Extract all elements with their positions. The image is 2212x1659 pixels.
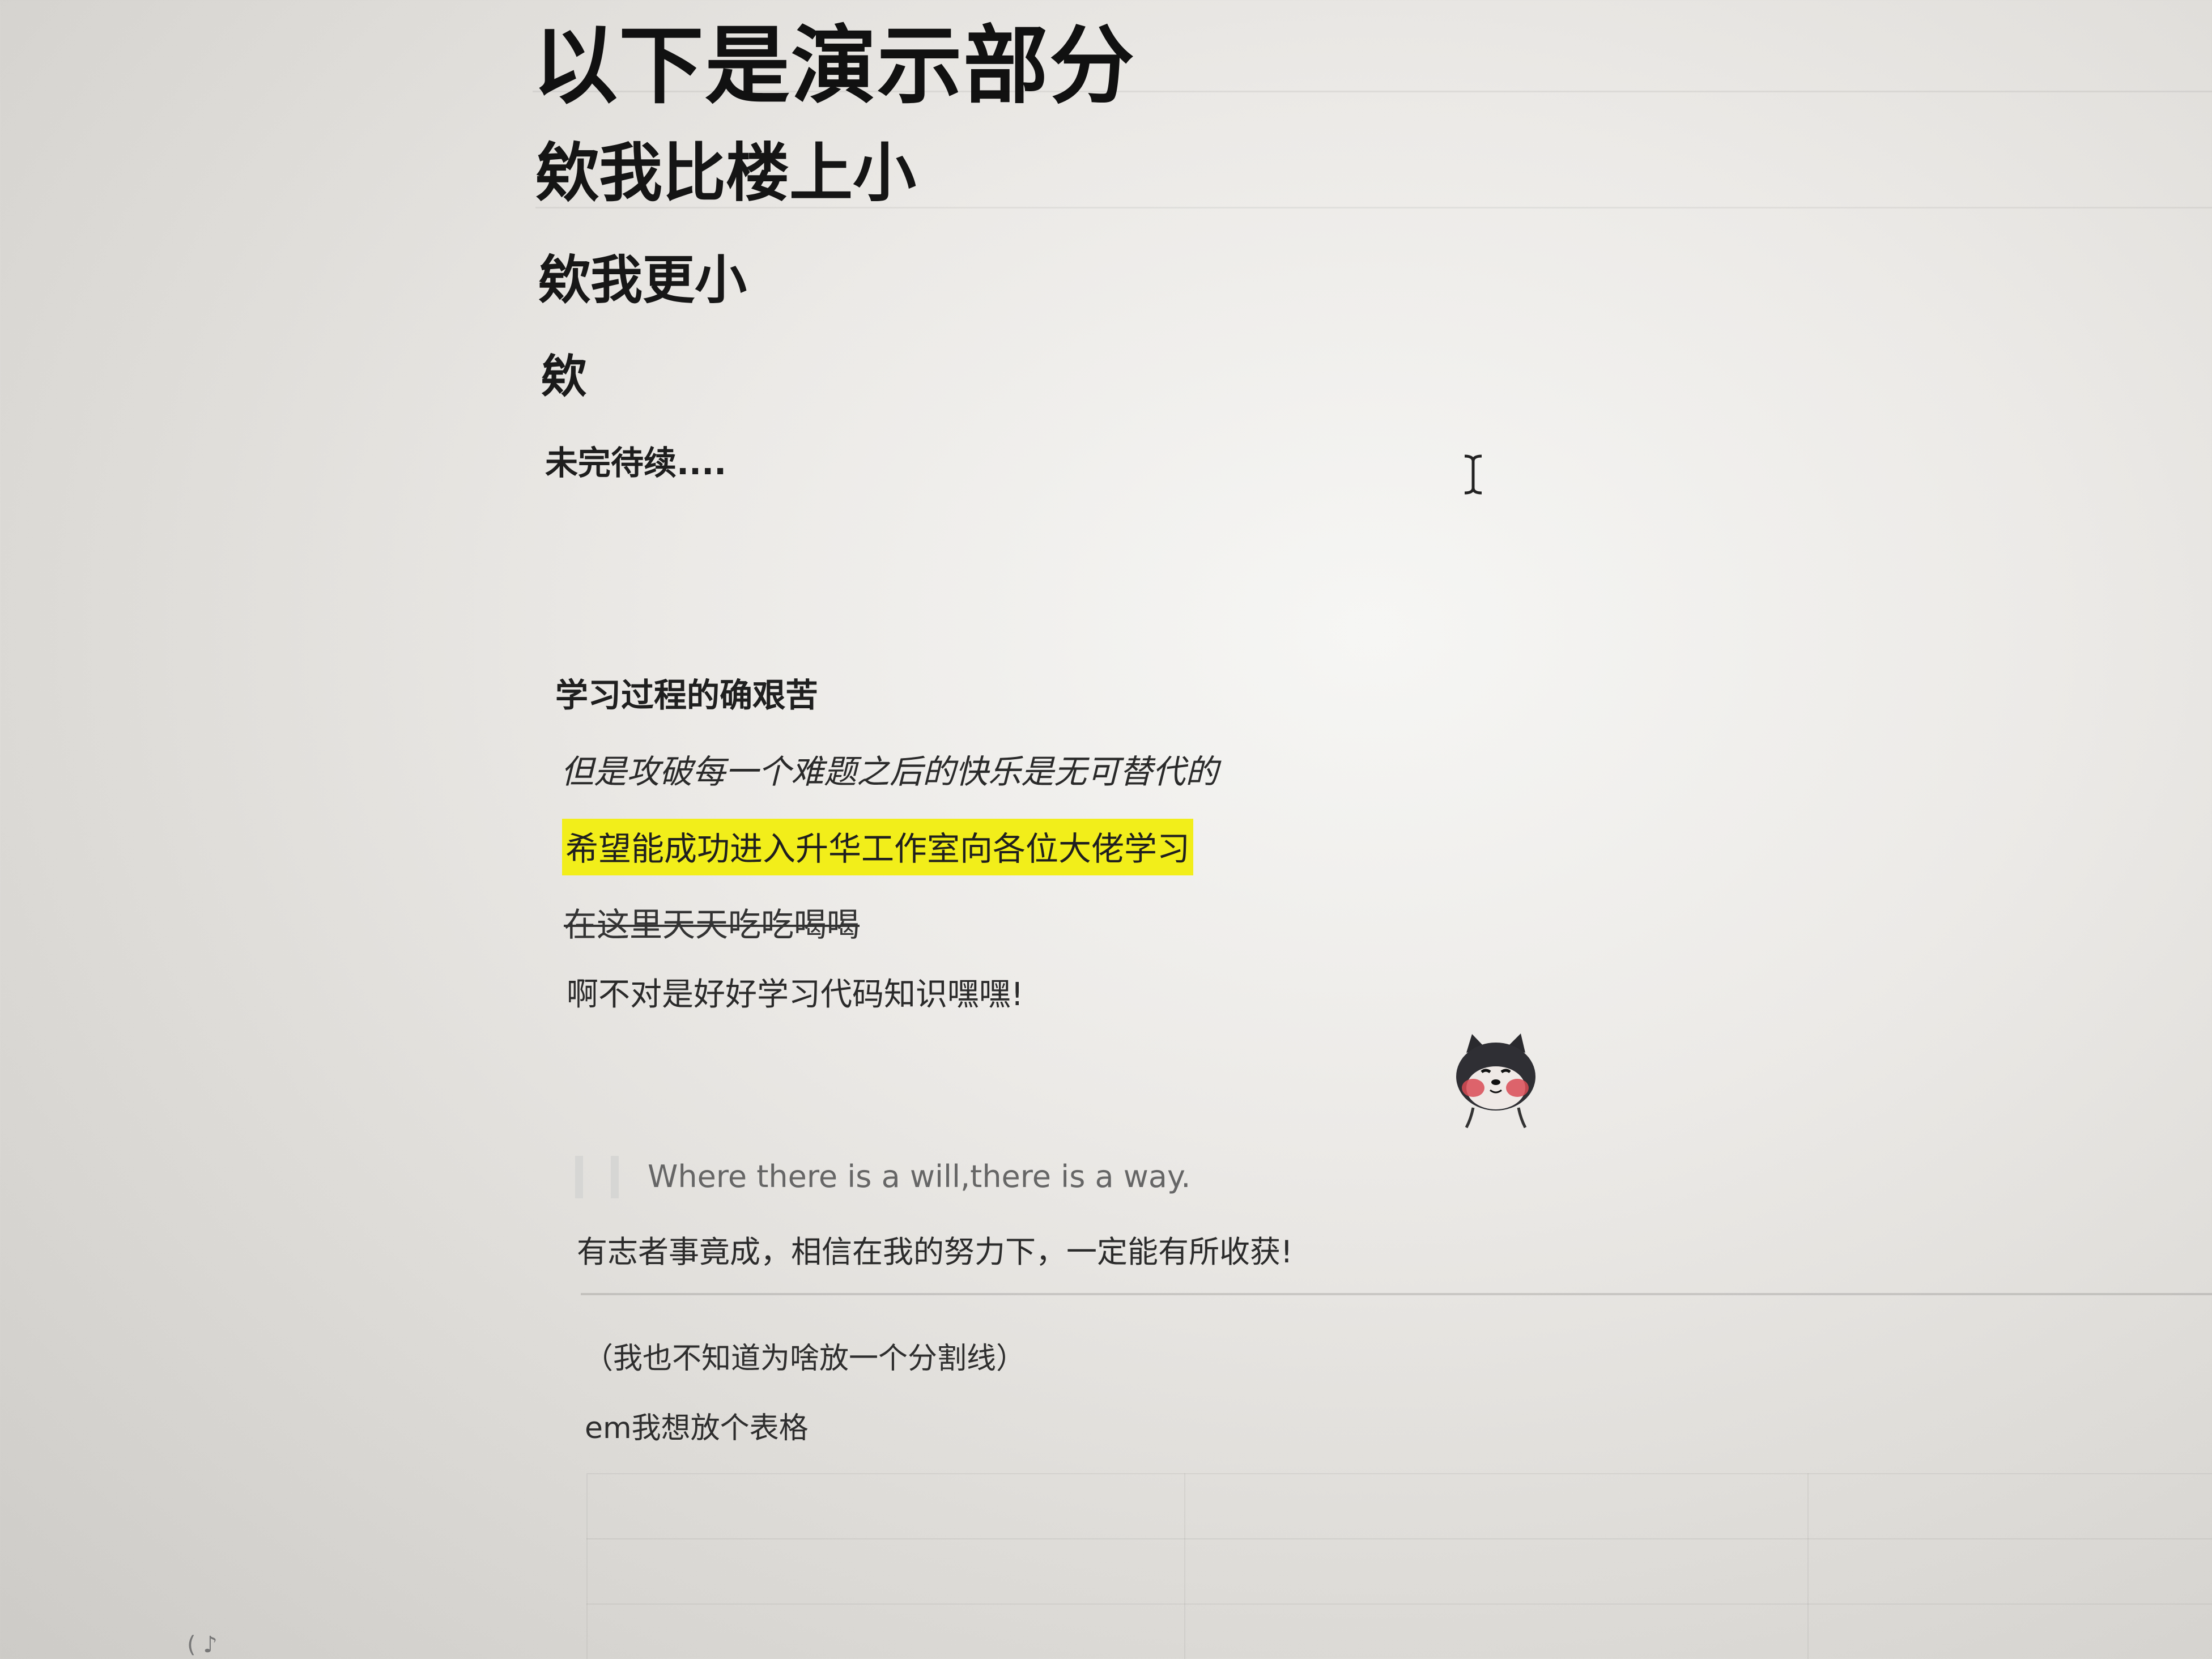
shiba-dog-sticker xyxy=(1456,1033,1535,1129)
italic-paragraph: 但是攻破每一个难题之后的快乐是无可替代的 xyxy=(561,752,1219,791)
blockquote-bar-outer xyxy=(575,1156,583,1198)
heading-3: 欸我更小 xyxy=(538,250,747,310)
table-row-divider xyxy=(586,1603,2212,1605)
heading-1-underline xyxy=(533,91,2212,92)
blockquote-text: Where there is a will,there is a way. xyxy=(648,1159,1191,1194)
table-column-divider xyxy=(1184,1473,1185,1659)
heading-4: 欸 xyxy=(541,350,586,403)
table-intro: em我想放个表格 xyxy=(585,1411,809,1445)
heading-1: 以下是演示部分 xyxy=(533,17,1136,116)
blockquote-bar-inner xyxy=(611,1156,619,1198)
highlight-paragraph: 希望能成功进入升华工作室向各位大佬学习 xyxy=(562,819,1194,875)
text-cursor-icon xyxy=(1464,454,1482,495)
strong-paragraph: 学习过程的确艰苦 xyxy=(555,676,819,714)
heading-2: 欸我比楼上小 xyxy=(535,137,916,210)
document-page[interactable]: 以下是演示部分 欸我比楼上小 欸我更小 欸 未完待续.... 学习过程的确艰苦 … xyxy=(0,0,2212,1659)
table-column-divider xyxy=(1807,1473,1809,1659)
heading-2-underline xyxy=(535,207,2212,209)
quote-translation: 有志者事竟成，相信在我的努力下，一定能有所收获! xyxy=(577,1234,1293,1270)
normal-paragraph: 啊不对是好好学习代码知识嘿嘿! xyxy=(567,976,1024,1013)
bottom-corner-text: ( ♪ xyxy=(187,1632,218,1658)
table-row-divider xyxy=(586,1538,2212,1539)
heading-5: 未完待续.... xyxy=(545,444,727,482)
divider-note: （我也不知道为啥放一个分割线） xyxy=(584,1342,1026,1376)
strikethrough-paragraph: 在这里天天吃吃喝喝 xyxy=(564,905,860,944)
horizontal-divider xyxy=(581,1293,2212,1295)
table[interactable] xyxy=(586,1473,2212,1659)
